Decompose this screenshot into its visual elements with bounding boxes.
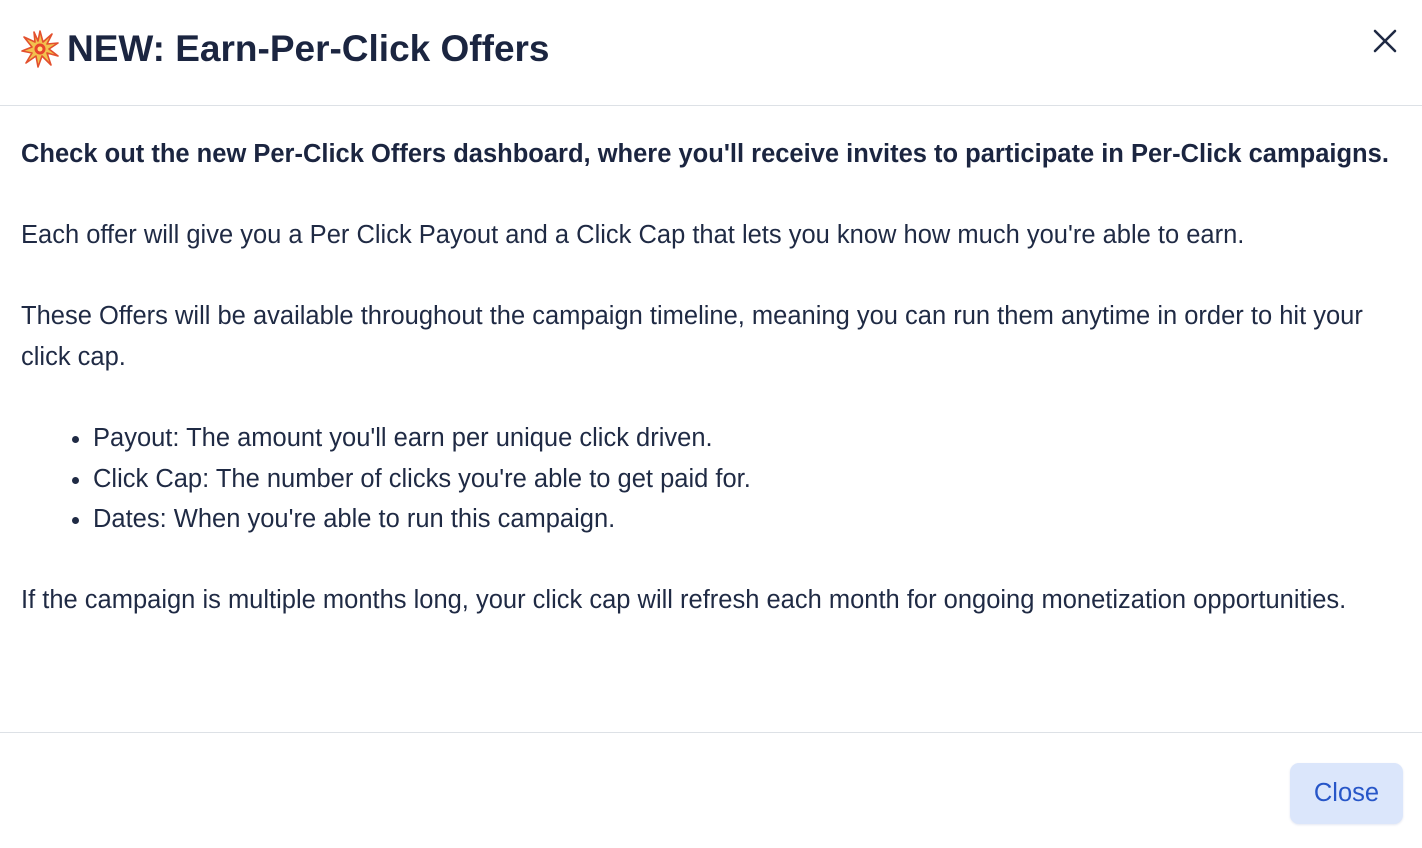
close-icon[interactable] <box>1368 24 1402 58</box>
close-button[interactable]: Close <box>1290 763 1403 824</box>
collision-emoji-icon <box>21 30 59 68</box>
offer-details-list: Payout: The amount you'll earn per uniqu… <box>21 418 1406 540</box>
availability-description: These Offers will be available throughou… <box>21 302 1363 371</box>
refresh-description: If the campaign is multiple months long,… <box>21 585 1347 614</box>
modal-header: NEW: Earn-Per-Click Offers <box>0 0 1422 106</box>
list-item-payout: Payout: The amount you'll earn per uniqu… <box>93 418 1406 459</box>
modal-title-text: NEW: Earn-Per-Click Offers <box>67 28 550 69</box>
announcement-modal: NEW: Earn-Per-Click Offers Check out the… <box>0 0 1422 848</box>
payout-description: Each offer will give you a Per Click Pay… <box>21 221 1245 249</box>
intro-text: Check out the new Per-Click Offers dashb… <box>21 140 1389 168</box>
list-item-click-cap: Click Cap: The number of clicks you're a… <box>93 459 1406 500</box>
list-item-dates: Dates: When you're able to run this camp… <box>93 499 1406 540</box>
modal-title: NEW: Earn-Per-Click Offers <box>21 26 550 72</box>
modal-body: Check out the new Per-Click Offers dashb… <box>21 134 1406 661</box>
footer-divider <box>0 732 1422 733</box>
